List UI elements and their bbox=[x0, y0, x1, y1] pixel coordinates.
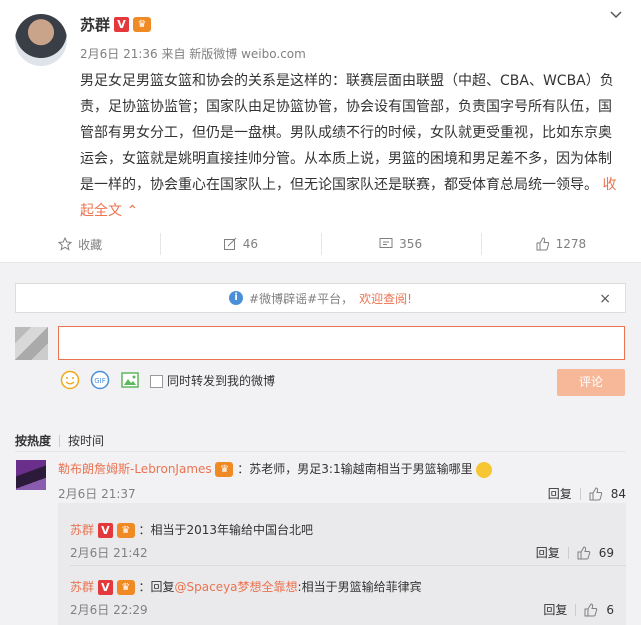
thumbs-up-icon[interactable] bbox=[589, 486, 603, 501]
favorite-label: 收藏 bbox=[78, 237, 103, 252]
author-name[interactable]: 苏群 bbox=[80, 14, 110, 35]
reply-item: 苏群 V ♛ ：回复@Spaceya梦想全靠想:相当于男篮输给菲律宾 bbox=[70, 578, 614, 595]
tab-by-hot[interactable]: 按热度 bbox=[15, 432, 51, 449]
emoji-icon[interactable] bbox=[60, 370, 80, 390]
tab-by-time[interactable]: 按时间 bbox=[68, 432, 104, 449]
comment-input[interactable] bbox=[58, 326, 625, 360]
notice-text[interactable]: #微博辟谣#平台， bbox=[249, 290, 353, 307]
repost-option-label: 同时转发到我的微博 bbox=[167, 373, 276, 388]
comment-like-count: 84 bbox=[610, 486, 626, 501]
gif-icon[interactable]: GIF bbox=[90, 370, 110, 390]
comments-section: i #微博辟谣#平台， 欢迎查阅! × GIF 同时转发到我的微博 评论 按热度 … bbox=[0, 263, 641, 625]
reply-author[interactable]: 苏群 bbox=[70, 580, 94, 594]
reply-like-count: 6 bbox=[606, 602, 614, 617]
comment-author[interactable]: 勒布朗詹姆斯-LebronJames bbox=[58, 462, 212, 476]
thumbs-up-icon[interactable] bbox=[584, 602, 598, 617]
verified-badge: V bbox=[97, 523, 113, 538]
verified-badge: V bbox=[114, 17, 130, 32]
reply-item: 苏群 V ♛ ：相当于2013年输给中国台北吧 bbox=[70, 521, 614, 538]
like-count: 1278 bbox=[555, 237, 587, 251]
thumbs-up-icon[interactable] bbox=[577, 545, 591, 560]
comment-count: 356 bbox=[399, 237, 423, 251]
comment-text: ：苏老师，男足3:1输越南相当于男篮输哪里 bbox=[237, 462, 473, 476]
reply-button[interactable]: 回复 bbox=[536, 544, 560, 561]
repost-button[interactable]: 46 bbox=[160, 227, 320, 261]
ops-separator bbox=[579, 487, 581, 500]
rumor-notice: i #微博辟谣#平台， 欢迎查阅! × bbox=[15, 283, 626, 313]
notice-highlight[interactable]: 欢迎查阅! bbox=[359, 290, 412, 307]
author-name-row: 苏群 V ♛ bbox=[80, 14, 152, 35]
reply-ops: 回复 6 bbox=[543, 601, 614, 618]
laughing-emoji-icon bbox=[476, 461, 493, 478]
svg-text:GIF: GIF bbox=[94, 377, 106, 385]
favorite-button[interactable]: 收藏 bbox=[0, 227, 160, 261]
reply-text-suffix: :相当于男篮输给菲律宾 bbox=[297, 580, 422, 594]
thumbs-up-icon bbox=[536, 237, 549, 251]
comment-ops: 回复 84 bbox=[548, 485, 626, 502]
reply-button[interactable]: 回复 bbox=[548, 485, 572, 502]
repost-checkbox[interactable] bbox=[150, 374, 163, 388]
reply-divider bbox=[70, 565, 626, 566]
reply-time: 2月6日 21:42 bbox=[70, 546, 148, 560]
comment-time: 2月6日 21:37 bbox=[58, 487, 136, 501]
comment-item: 勒布朗詹姆斯-LebronJames ♛ ：苏老师，男足3:1输越南相当于男篮输… bbox=[58, 460, 626, 478]
star-icon bbox=[58, 237, 73, 251]
repost-icon bbox=[223, 237, 237, 250]
close-icon[interactable]: × bbox=[599, 291, 611, 307]
post-text: 男足女足男篮女篮和协会的关系是这样的：联赛层面由联盟（中超、CBA、WCBA）负… bbox=[80, 73, 614, 193]
reply-text: ：相当于2013年输给中国台北吧 bbox=[138, 523, 314, 537]
reply-author[interactable]: 苏群 bbox=[70, 523, 94, 537]
reply-footer: 2月6日 22:29 回复 6 bbox=[70, 601, 614, 618]
post-content: 男足女足男篮女篮和协会的关系是这样的：联赛层面由联盟（中超、CBA、WCBA）负… bbox=[80, 68, 625, 224]
submit-comment-button[interactable]: 评论 bbox=[557, 369, 625, 396]
post-meta: 2月6日 21:36 来自 新版微博 weibo.com bbox=[80, 47, 306, 61]
sort-divider bbox=[15, 451, 626, 452]
comment-icon bbox=[379, 238, 393, 248]
repost-checkbox-row[interactable]: 同时转发到我的微博 bbox=[150, 372, 275, 389]
reply-button[interactable]: 回复 bbox=[543, 601, 567, 618]
commenter-avatar[interactable] bbox=[16, 460, 46, 490]
info-icon: i bbox=[229, 291, 244, 305]
my-avatar bbox=[15, 327, 48, 360]
reply-text-prefix: ：回复 bbox=[138, 580, 175, 594]
comment-footer: 2月6日 21:37 回复 84 bbox=[58, 485, 626, 502]
compose-tools: GIF 同时转发到我的微博 bbox=[60, 370, 275, 390]
action-bar: 收藏 46 356 1278 bbox=[0, 227, 641, 261]
chevron-down-icon[interactable] bbox=[609, 8, 623, 22]
reply-ops: 回复 69 bbox=[536, 544, 614, 561]
sort-tabs: 按热度 按时间 bbox=[15, 432, 104, 449]
reply-footer: 2月6日 21:42 回复 69 bbox=[70, 544, 614, 561]
comment-button[interactable]: 356 bbox=[320, 227, 481, 261]
reply-mention[interactable]: @Spaceya梦想全靠想 bbox=[175, 580, 298, 594]
weibo-post: 苏群 V ♛ 2月6日 21:36 来自 新版微博 weibo.com 男足女足… bbox=[0, 0, 641, 262]
ops-separator bbox=[567, 546, 569, 559]
verified-badge: V bbox=[97, 580, 113, 595]
author-avatar[interactable] bbox=[15, 14, 67, 66]
like-button[interactable]: 1278 bbox=[480, 227, 641, 261]
vip-crown-icon: ♛ bbox=[215, 462, 234, 477]
image-icon[interactable] bbox=[120, 370, 140, 390]
ops-separator bbox=[575, 603, 577, 616]
sort-separator bbox=[59, 434, 61, 447]
vip-crown-icon: ♛ bbox=[133, 17, 152, 32]
repost-count: 46 bbox=[242, 237, 259, 251]
reply-like-count: 69 bbox=[598, 545, 614, 560]
reply-time: 2月6日 22:29 bbox=[70, 603, 148, 617]
vip-crown-icon: ♛ bbox=[116, 523, 135, 538]
vip-crown-icon: ♛ bbox=[116, 580, 135, 595]
